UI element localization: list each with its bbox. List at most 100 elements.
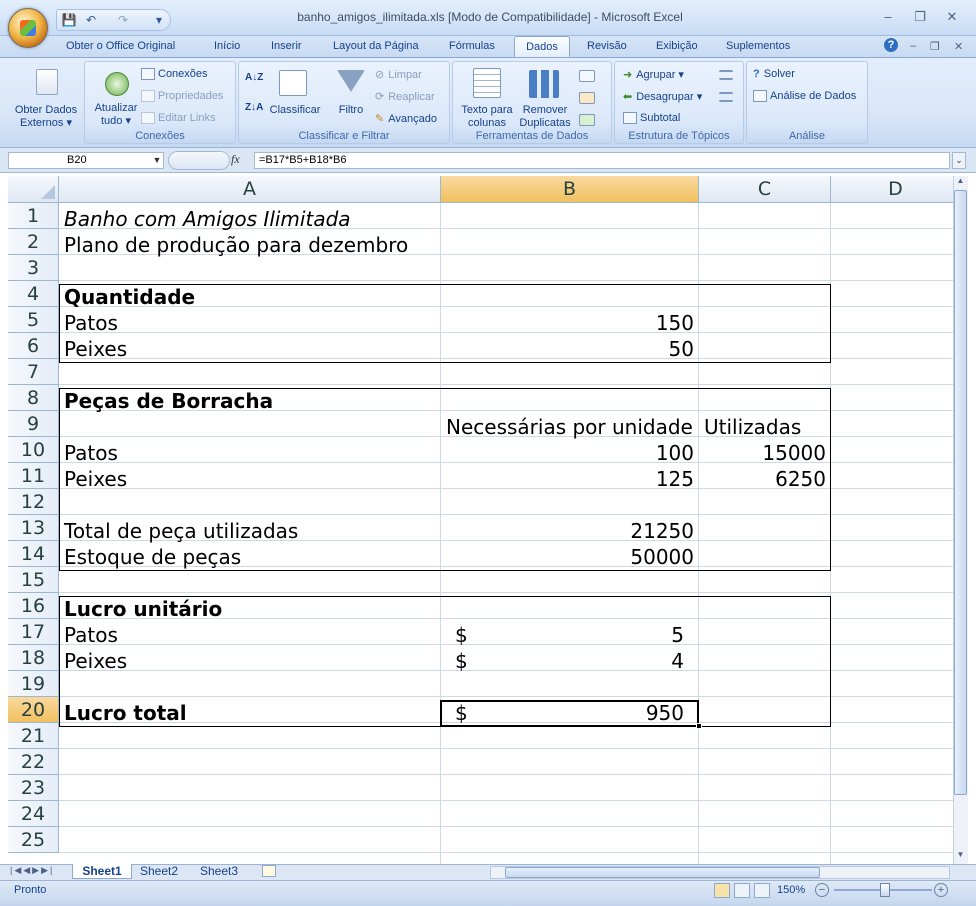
cell-b5[interactable]: 150 [444, 310, 694, 336]
row-header-3[interactable]: 3 [8, 255, 59, 281]
atualizar-tudo-button[interactable]: Atualizar tudo ▾ [87, 102, 145, 128]
cell-b17[interactable]: 5 [444, 622, 684, 648]
fill-handle[interactable] [696, 723, 702, 729]
row-header-13[interactable]: 13 [8, 515, 59, 541]
formula-bar-splitter[interactable] [168, 151, 230, 170]
obter-dados-button[interactable]: Obter Dados Externos ▾ [12, 104, 80, 130]
row-header-21[interactable]: 21 [8, 723, 59, 749]
cell-b20[interactable]: 950 [444, 700, 684, 726]
cell-a8[interactable]: Peças de Borracha [64, 388, 273, 414]
column-header-c[interactable]: C [699, 176, 831, 203]
cell-c9[interactable]: Utilizadas [704, 414, 801, 440]
cell-a4[interactable]: Quantidade [64, 284, 195, 310]
worksheet-grid[interactable]: A B C D Banho com Amigos Ilimitada Plano… [8, 176, 953, 864]
solver-button[interactable]: ? Solver [753, 68, 795, 80]
avancado-button[interactable]: ✎ Avançado [375, 112, 437, 125]
desagrupar-button[interactable]: ⬅ Desagrupar ▾ [623, 90, 702, 103]
show-detail-icon[interactable] [719, 70, 733, 80]
row-header-17[interactable]: 17 [8, 619, 59, 645]
row-header-4[interactable]: 4 [8, 281, 59, 307]
cell-a1[interactable]: Banho com Amigos Ilimitada [64, 206, 351, 232]
row-header-19[interactable]: 19 [8, 671, 59, 697]
cell-a5[interactable]: Patos [64, 310, 118, 336]
ribbon-restore-icon[interactable]: ❐ [930, 40, 940, 53]
tab-dados[interactable]: Dados [514, 36, 570, 58]
row-header-16[interactable]: 16 [8, 593, 59, 619]
conexoes-button[interactable]: Conexões [141, 68, 208, 81]
hide-detail-icon[interactable] [719, 92, 733, 102]
cell-a20[interactable]: Lucro total [64, 700, 187, 726]
analise-dados-button[interactable]: Análise de Dados [753, 90, 856, 103]
page-break-view-icon[interactable] [754, 883, 770, 898]
texto-colunas-button[interactable]: Texto para colunas [457, 104, 517, 130]
cell-a11[interactable]: Peixes [64, 466, 127, 492]
scroll-down-icon[interactable]: ▼ [955, 850, 966, 862]
tab-exibicao[interactable]: Exibição [656, 40, 698, 52]
zoom-in-icon[interactable]: + [934, 883, 948, 897]
tab-inicio[interactable]: Início [214, 40, 240, 52]
restore-button[interactable]: ❐ [910, 8, 930, 26]
minimize-button[interactable]: – [878, 8, 898, 26]
what-if-analysis-icon[interactable] [579, 114, 595, 126]
name-box-dropdown-icon[interactable]: ▼ [150, 153, 164, 168]
row-header-8[interactable]: 8 [8, 385, 59, 411]
limpar-button[interactable]: ⊘ Limpar [375, 68, 422, 81]
remover-duplicatas-button[interactable]: Remover Duplicatas [517, 104, 573, 130]
normal-view-icon[interactable] [714, 883, 730, 898]
row-header-14[interactable]: 14 [8, 541, 59, 567]
tab-office-original[interactable]: Obter o Office Original [66, 40, 175, 52]
data-validation-icon[interactable] [579, 70, 595, 82]
office-button[interactable] [8, 8, 48, 48]
expand-formula-bar-icon[interactable]: ⌄ [952, 152, 966, 169]
cell-a2[interactable]: Plano de produção para dezembro [64, 232, 408, 258]
redo-icon[interactable]: ↷ [115, 12, 131, 28]
horizontal-scroll-thumb[interactable] [505, 867, 820, 878]
cell-b13[interactable]: 21250 [444, 518, 694, 544]
sort-za-button[interactable]: Z↓A [245, 102, 263, 113]
row-header-25[interactable]: 25 [8, 827, 59, 853]
name-box[interactable]: B20 [8, 152, 164, 169]
cell-a6[interactable]: Peixes [64, 336, 127, 362]
row-header-10[interactable]: 10 [8, 437, 59, 463]
sheet-tab-1[interactable]: Sheet1 [72, 864, 132, 879]
ribbon-close-icon[interactable]: ✕ [954, 40, 963, 53]
insert-sheet-icon[interactable] [262, 865, 276, 877]
tab-inserir[interactable]: Inserir [271, 40, 302, 52]
row-header-24[interactable]: 24 [8, 801, 59, 827]
cell-b18[interactable]: 4 [444, 648, 684, 674]
reaplicar-button[interactable]: ⟳ Reaplicar [375, 90, 435, 103]
tab-layout[interactable]: Layout da Página [333, 40, 419, 52]
cell-a10[interactable]: Patos [64, 440, 118, 466]
row-header-23[interactable]: 23 [8, 775, 59, 801]
classificar-button[interactable]: Classificar [267, 104, 323, 117]
cell-a17[interactable]: Patos [64, 622, 118, 648]
cell-a14[interactable]: Estoque de peças [64, 544, 241, 570]
sheet-tab-2[interactable]: Sheet2 [140, 864, 178, 879]
editar-links-button[interactable]: Editar Links [141, 112, 215, 125]
save-icon[interactable]: 💾 [61, 12, 77, 28]
ribbon-minimize-icon[interactable]: – [910, 40, 916, 52]
cell-a18[interactable]: Peixes [64, 648, 127, 674]
column-header-d[interactable]: D [831, 176, 953, 203]
row-header-5[interactable]: 5 [8, 307, 59, 333]
zoom-level[interactable]: 150% [777, 884, 805, 896]
select-all-corner[interactable] [8, 176, 59, 203]
sort-az-button[interactable]: A↓Z [245, 72, 263, 83]
scroll-up-icon[interactable]: ▲ [955, 176, 966, 188]
cell-b6[interactable]: 50 [444, 336, 694, 362]
row-header-11[interactable]: 11 [8, 463, 59, 489]
row-header-6[interactable]: 6 [8, 333, 59, 359]
cell-c10[interactable]: 15000 [702, 440, 826, 466]
row-header-7[interactable]: 7 [8, 359, 59, 385]
cell-c11[interactable]: 6250 [702, 466, 826, 492]
zoom-out-icon[interactable]: − [815, 883, 829, 897]
sheet-nav-arrows-icon[interactable]: |◀◀▶▶| [10, 865, 54, 876]
row-header-1[interactable]: 1 [8, 203, 59, 229]
vertical-scroll-thumb[interactable] [954, 190, 967, 795]
cell-b9[interactable]: Necessárias por unidade [446, 414, 693, 440]
row-header-9[interactable]: 9 [8, 411, 59, 437]
subtotal-button[interactable]: Subtotal [623, 112, 680, 125]
formula-input[interactable]: =B17*B5+B18*B6 [254, 152, 950, 169]
row-header-20[interactable]: 20 [8, 697, 59, 723]
tab-suplementos[interactable]: Suplementos [726, 40, 790, 52]
